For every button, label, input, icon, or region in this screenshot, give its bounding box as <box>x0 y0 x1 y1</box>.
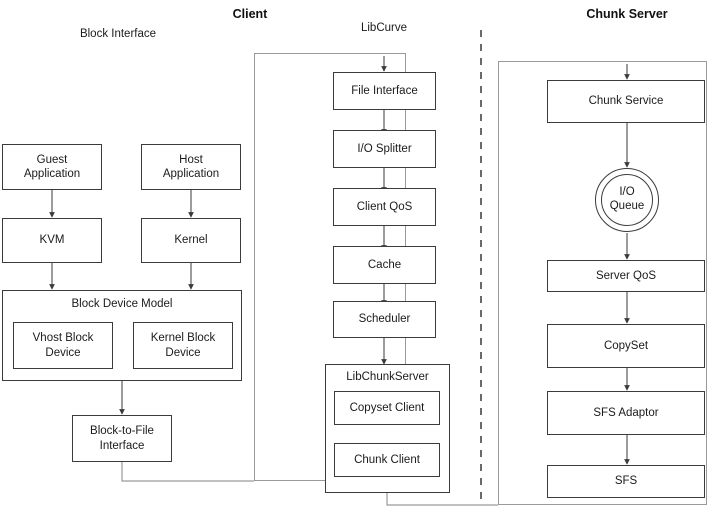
node-io-queue[interactable]: I/O Queue <box>601 174 653 226</box>
route-b2f-to-client-box <box>121 462 254 482</box>
architecture-diagram: Block Interface Client LibCurve Chunk Se… <box>0 0 707 513</box>
node-io-splitter[interactable]: I/O Splitter <box>333 130 436 168</box>
node-sfs-adaptor[interactable]: SFS Adaptor <box>547 391 705 435</box>
node-vhost-block-device[interactable]: Vhost Block Device <box>13 322 113 369</box>
node-scheduler[interactable]: Scheduler <box>333 301 436 338</box>
column-title-block-interface: Block Interface <box>79 28 157 40</box>
node-guest-application[interactable]: Guest Application <box>2 144 102 190</box>
column-title-client: Client <box>232 7 268 21</box>
node-copyset-client[interactable]: Copyset Client <box>334 391 440 425</box>
node-host-application[interactable]: Host Application <box>141 144 241 190</box>
route-libchunkserver-to-chunkserver-box <box>386 493 498 506</box>
node-file-interface[interactable]: File Interface <box>333 72 436 110</box>
node-cache[interactable]: Cache <box>333 246 436 284</box>
node-kernel-block-device[interactable]: Kernel Block Device <box>133 322 233 369</box>
node-kvm[interactable]: KVM <box>2 218 102 263</box>
lib-chunk-server-title: LibChunkServer <box>346 371 429 383</box>
node-chunk-client[interactable]: Chunk Client <box>334 443 440 477</box>
node-sfs[interactable]: SFS <box>547 465 705 498</box>
node-client-qos[interactable]: Client QoS <box>333 188 436 226</box>
column-title-libcurve: LibCurve <box>360 22 408 34</box>
node-block-to-file-interface[interactable]: Block-to-File Interface <box>72 415 172 462</box>
node-kernel[interactable]: Kernel <box>141 218 241 263</box>
node-copyset[interactable]: CopySet <box>547 324 705 368</box>
node-chunk-service[interactable]: Chunk Service <box>547 80 705 123</box>
node-server-qos[interactable]: Server QoS <box>547 260 705 292</box>
block-device-model-title: Block Device Model <box>71 298 173 310</box>
column-title-chunk-server: Chunk Server <box>586 7 668 21</box>
